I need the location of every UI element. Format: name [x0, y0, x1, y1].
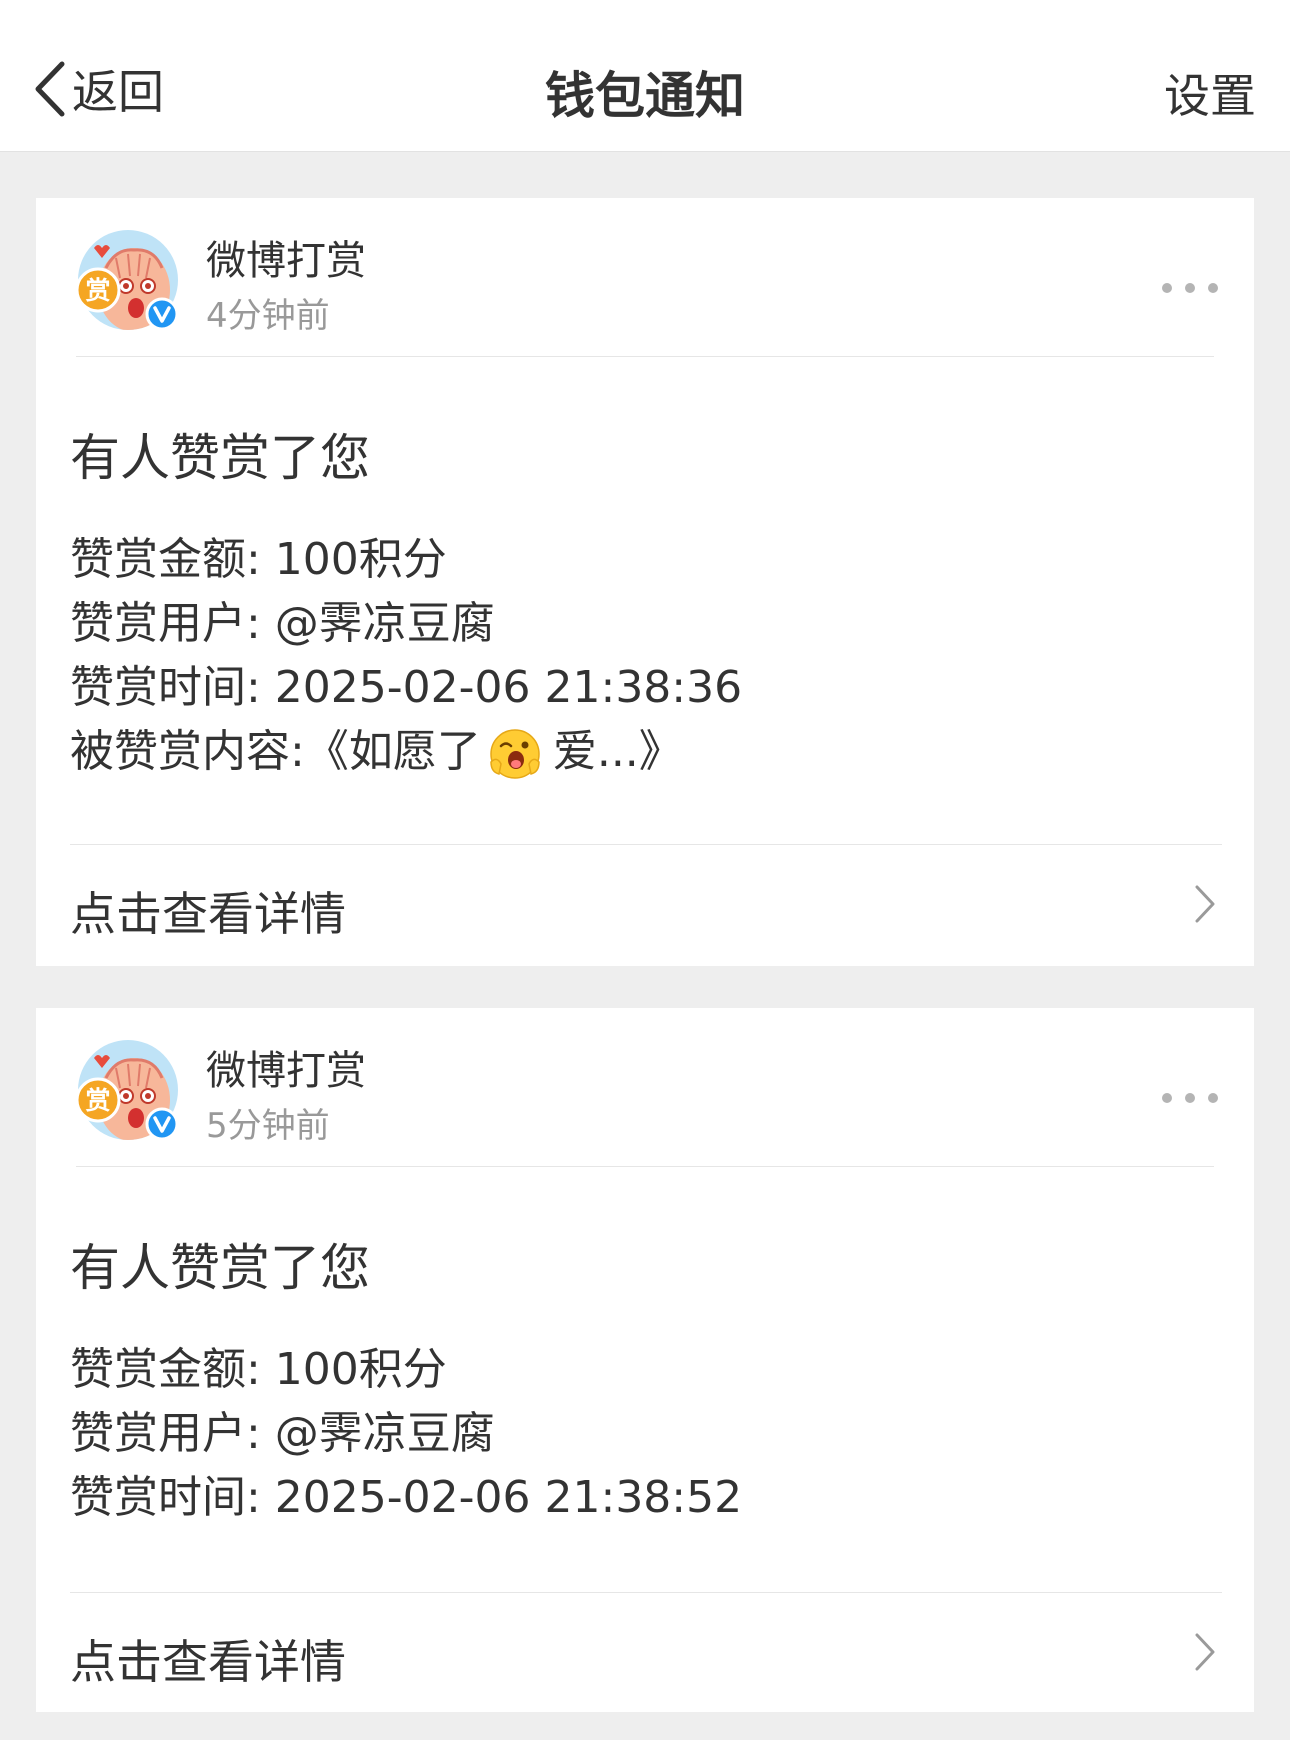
avatar-badge-text: 赏	[85, 1086, 110, 1115]
view-details-label: 点击查看详情	[70, 887, 346, 941]
sender-name: 微博打赏	[206, 238, 366, 284]
reward-amount: 赞赏金额: 100积分	[70, 1344, 447, 1395]
avatar-badge-text: 赏	[85, 276, 110, 305]
avatar[interactable]: 赏	[76, 228, 180, 332]
notification-details: 赞赏金额: 100积分 赞赏用户: @霁凉豆腐 赞赏时间: 2025-02-06…	[70, 528, 742, 784]
verified-badge-icon	[145, 1107, 179, 1141]
reward-user: 赞赏用户: @霁凉豆腐	[70, 1408, 495, 1459]
notification-card: 赏 微博打赏 5分钟前 有人赞赏了您 赞赏金额: 100积分 赞赏用户: @霁凉…	[36, 1008, 1254, 1712]
page-title: 钱包通知	[545, 67, 745, 125]
chevron-right-icon	[1195, 1633, 1215, 1671]
navigation-bar: 返回 钱包通知 设置	[0, 0, 1290, 152]
time-ago: 5分钟前	[206, 1106, 330, 1146]
notification-card: 赏 微博打赏 4分钟前 有人赞赏了您 赞赏金额: 100积分 赞赏用户: @霁凉…	[36, 198, 1254, 966]
avatar[interactable]: 赏	[76, 1038, 180, 1142]
sender-name: 微博打赏	[206, 1048, 366, 1094]
view-details-link[interactable]: 点击查看详情	[36, 1604, 1254, 1714]
chevron-right-icon	[1195, 885, 1215, 923]
reward-time: 赞赏时间: 2025-02-06 21:38:36	[70, 662, 743, 713]
view-details-label: 点击查看详情	[70, 1635, 346, 1689]
divider	[70, 1592, 1222, 1593]
divider	[70, 844, 1222, 845]
reward-time: 赞赏时间: 2025-02-06 21:38:52	[70, 1472, 743, 1523]
rewarded-content: 被赞赏内容:《如愿了 爱...》	[70, 720, 742, 784]
more-options-icon[interactable]	[1162, 268, 1218, 308]
rewarded-content-suffix: 爱...》	[552, 726, 683, 777]
more-options-icon[interactable]	[1162, 1078, 1218, 1118]
divider	[76, 356, 1214, 357]
reward-user: 赞赏用户: @霁凉豆腐	[70, 598, 495, 649]
divider	[76, 1166, 1214, 1167]
notification-headline: 有人赞赏了您	[70, 1239, 370, 1297]
excited-face-emoji-icon	[490, 729, 540, 779]
rewarded-content-prefix: 被赞赏内容:《如愿了	[70, 726, 481, 777]
notification-details: 赞赏金额: 100积分 赞赏用户: @霁凉豆腐 赞赏时间: 2025-02-06…	[70, 1338, 742, 1530]
settings-button[interactable]: 设置	[1164, 60, 1256, 126]
time-ago: 4分钟前	[206, 296, 330, 336]
view-details-link[interactable]: 点击查看详情	[36, 856, 1254, 966]
verified-badge-icon	[145, 297, 179, 331]
reward-amount: 赞赏金额: 100积分	[70, 534, 447, 585]
notification-headline: 有人赞赏了您	[70, 429, 370, 487]
